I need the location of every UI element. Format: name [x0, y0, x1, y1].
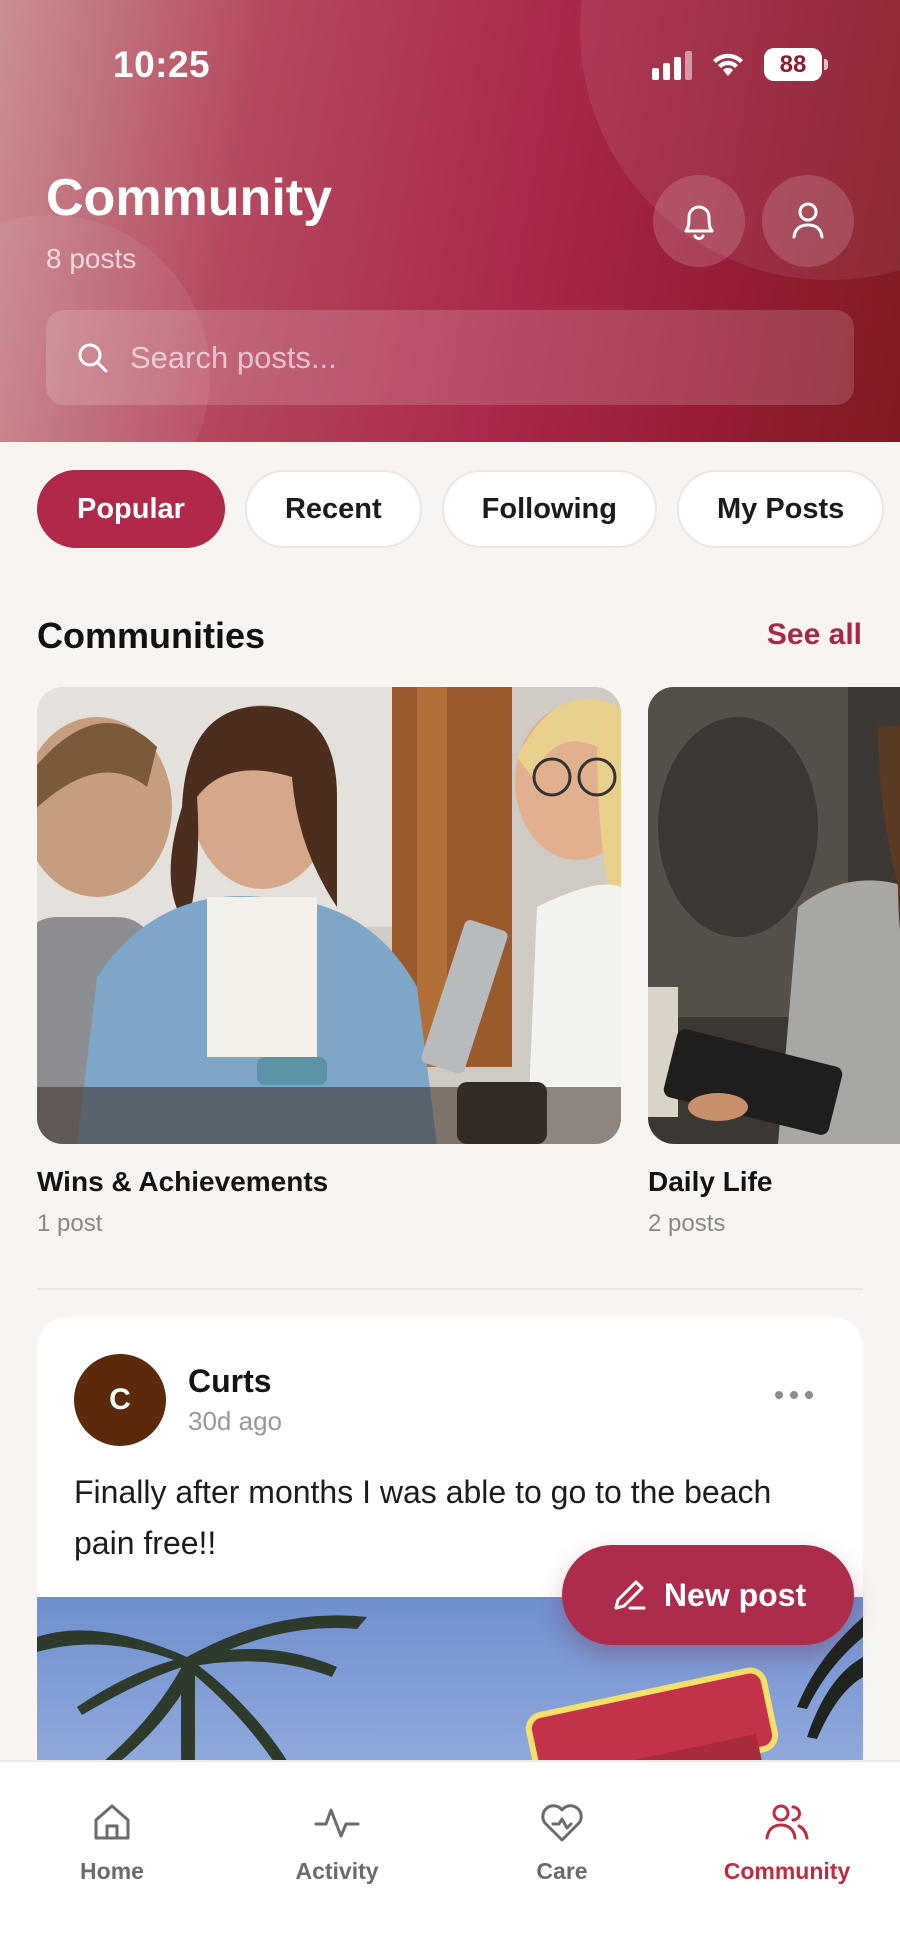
community-card-daily-life[interactable]: Daily Life 2 posts: [648, 687, 900, 1238]
tab-my-posts[interactable]: My Posts: [676, 470, 885, 548]
community-name: Wins & Achievements: [37, 1166, 329, 1197]
pencil-icon: [614, 1580, 646, 1610]
avatar[interactable]: C: [74, 1354, 166, 1446]
bell-icon: [684, 205, 714, 240]
search-bar[interactable]: [46, 310, 854, 405]
page-title: Community: [46, 169, 332, 227]
new-post-label: New post: [663, 1576, 807, 1613]
community-post-count: 1 post: [37, 1210, 103, 1237]
user-icon: [792, 202, 824, 239]
activity-icon: [314, 1808, 360, 1838]
notifications-button[interactable]: [653, 175, 745, 267]
community-name: Daily Life: [648, 1166, 773, 1197]
nav-label: Home: [80, 1858, 144, 1884]
nav-label: Care: [536, 1858, 588, 1884]
search-icon: [78, 343, 108, 372]
status-icons: 88: [652, 48, 828, 81]
tab-recent[interactable]: Recent: [244, 470, 422, 548]
community-image: [648, 687, 900, 1144]
community-icon: [765, 1804, 809, 1840]
community-post-count: 2 posts: [648, 1210, 726, 1237]
filter-tabs: Popular Recent Following My Posts: [37, 470, 885, 548]
home-icon: [94, 1804, 130, 1840]
communities-heading: Communities: [37, 615, 266, 656]
community-image: [37, 687, 621, 1144]
new-post-button[interactable]: New post: [562, 1545, 854, 1645]
more-options-icon[interactable]: [775, 1391, 813, 1399]
post-count: 8 posts: [46, 243, 137, 274]
nav-home[interactable]: Home: [22, 1800, 202, 1885]
nav-label: Activity: [295, 1858, 379, 1884]
see-all-link[interactable]: See all: [767, 618, 862, 652]
divider: [37, 1288, 863, 1290]
tab-popular[interactable]: Popular: [37, 470, 225, 548]
post-time: 30d ago: [188, 1406, 282, 1436]
post-author[interactable]: Curts: [188, 1363, 272, 1400]
profile-button[interactable]: [762, 175, 854, 267]
battery-indicator: 88: [764, 48, 828, 81]
community-card-wins[interactable]: Wins & Achievements 1 post: [37, 687, 621, 1238]
nav-community[interactable]: Community: [697, 1800, 877, 1885]
nav-label: Community: [723, 1858, 851, 1884]
tab-following[interactable]: Following: [441, 470, 657, 548]
header: 10:25 88 Community 8 posts: [0, 0, 900, 442]
nav-activity[interactable]: Activity: [247, 1800, 427, 1885]
care-icon: [541, 1804, 583, 1842]
wifi-icon: [713, 53, 743, 76]
status-time: 10:25: [113, 44, 211, 85]
nav-care[interactable]: Care: [472, 1800, 652, 1885]
signal-icon: [652, 50, 692, 80]
bottom-nav: Home Activity Care Community: [0, 1760, 900, 1950]
search-input[interactable]: [130, 339, 810, 376]
